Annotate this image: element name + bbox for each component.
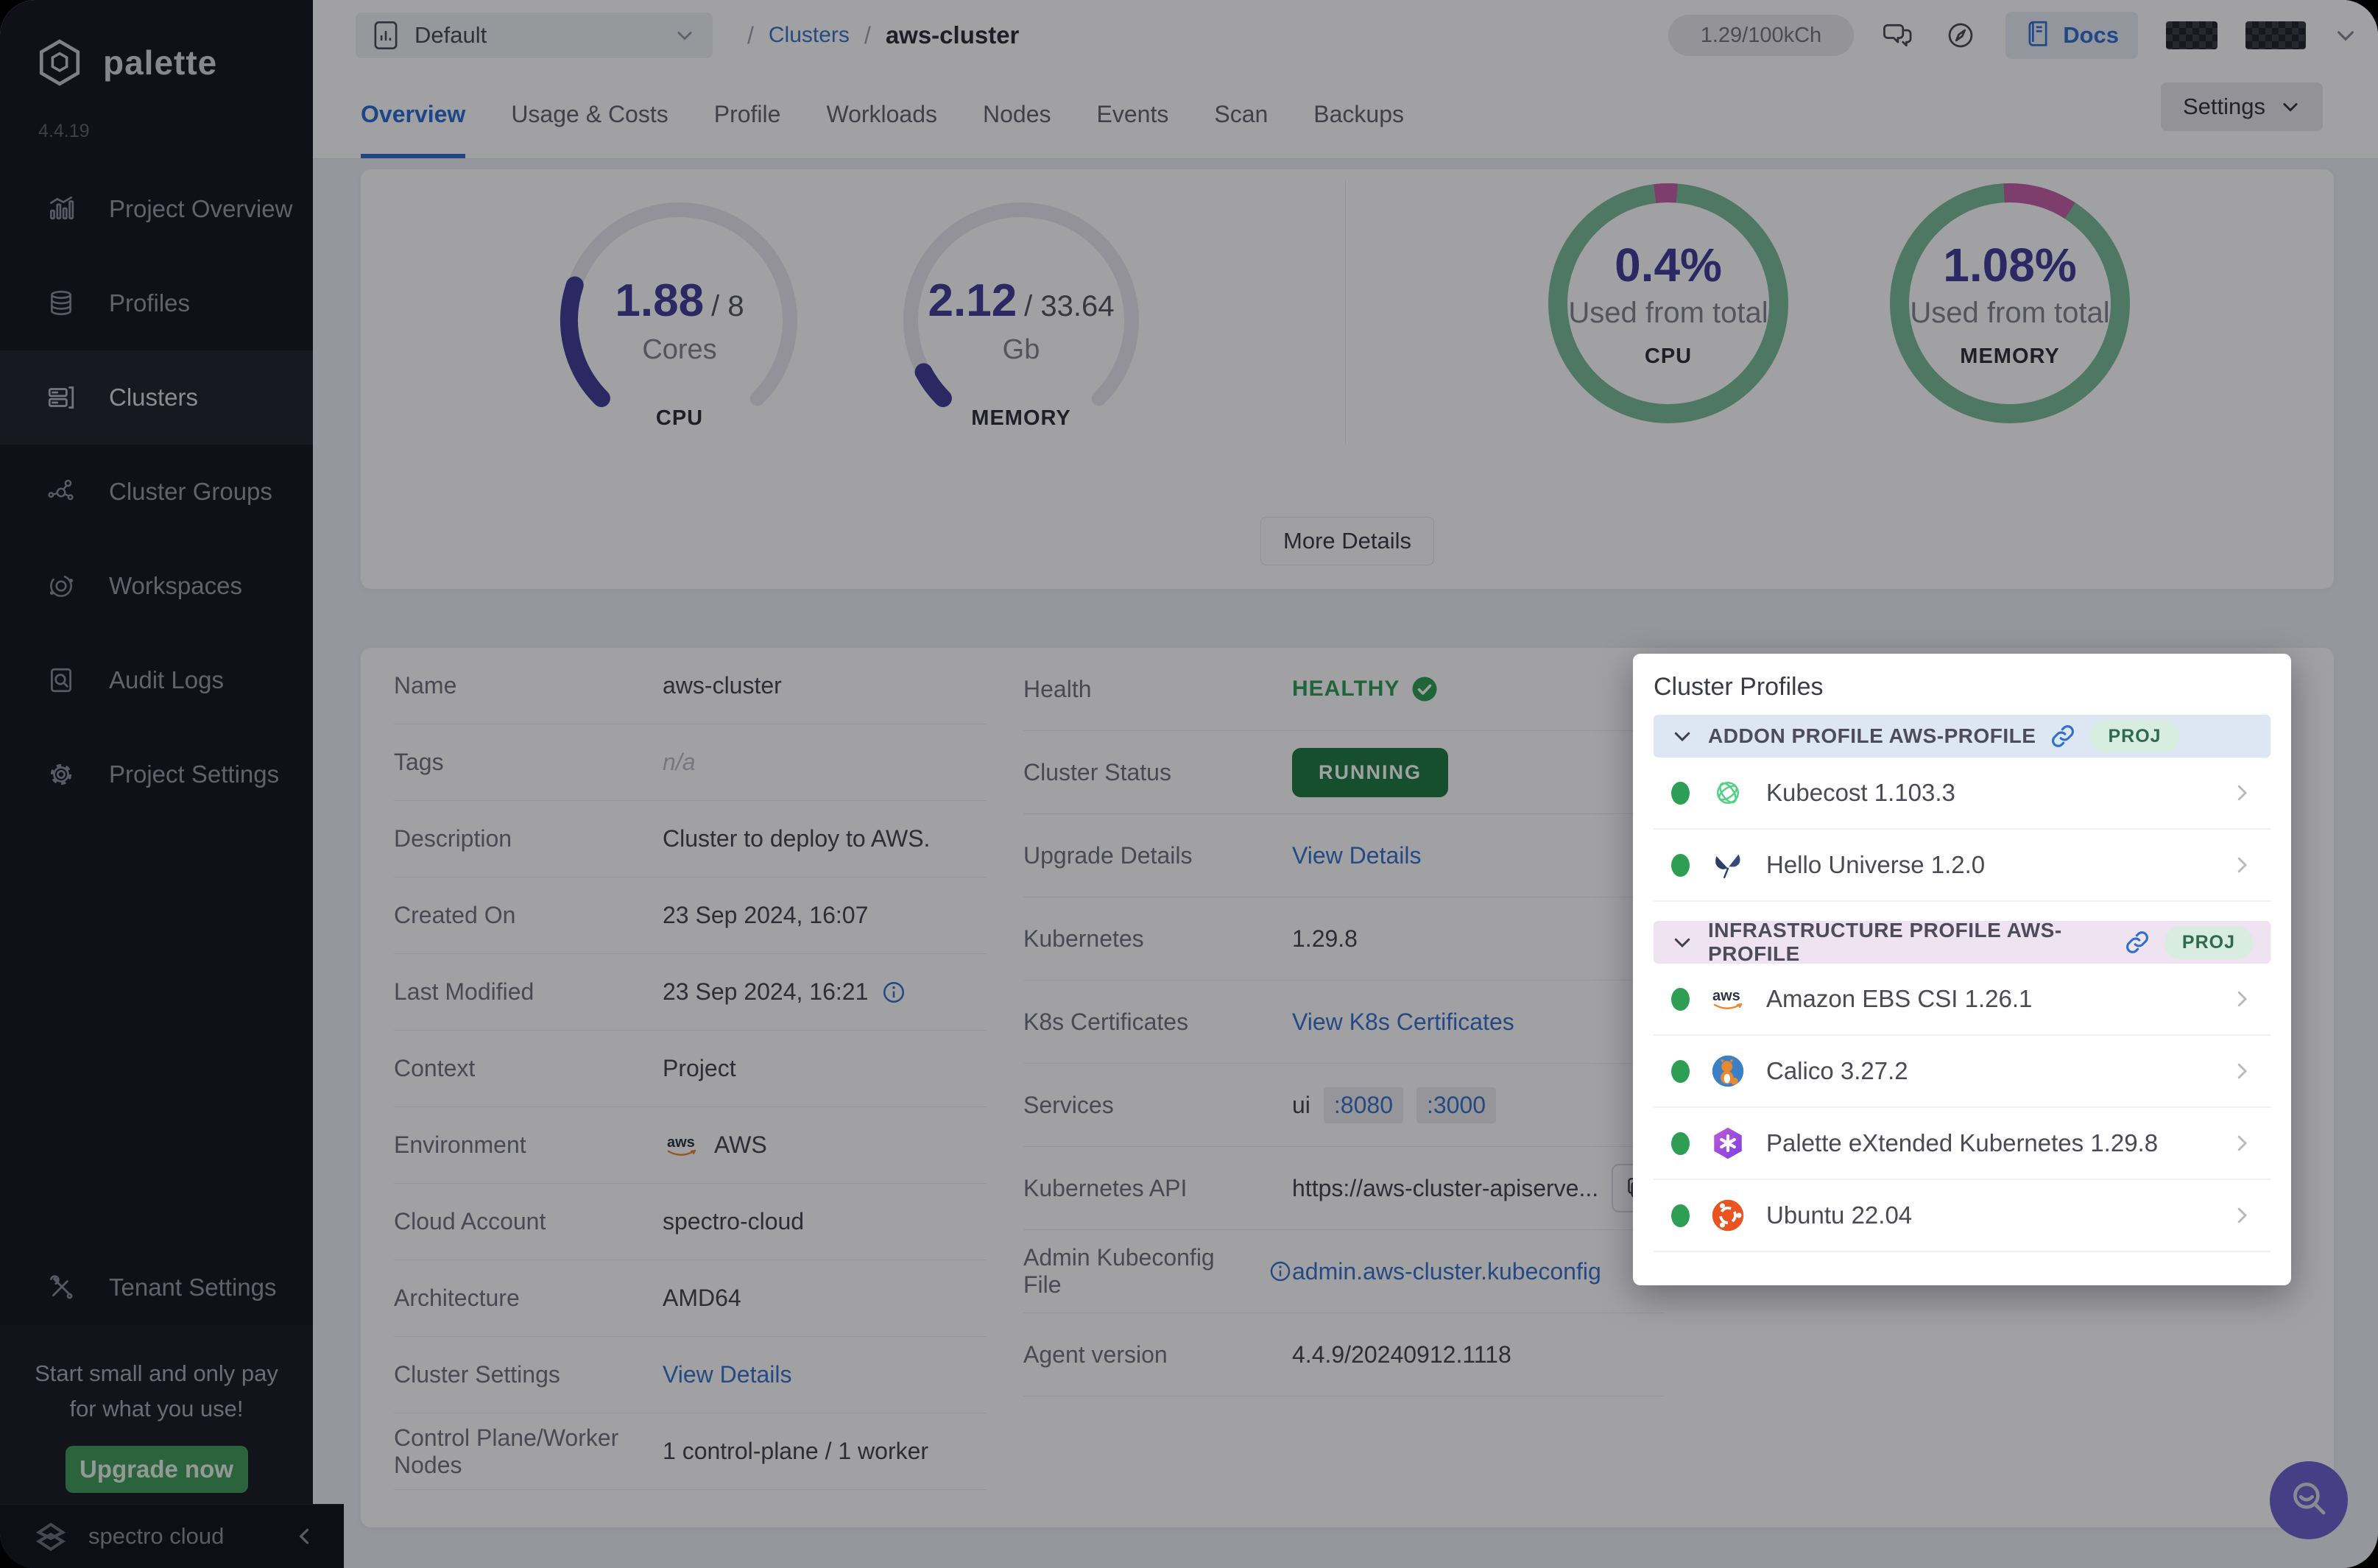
status-dot: [1671, 782, 1690, 805]
infrastructure-profile-header[interactable]: INFRASTRUCTURE PROFILE AWS-PROFILE PROJ: [1654, 921, 2271, 964]
chevron-right-icon: [2231, 988, 2253, 1010]
scope-badge: PROJ: [2090, 720, 2178, 753]
calico-logo: [1709, 1052, 1747, 1090]
status-dot: [1671, 988, 1690, 1011]
addon-profile-header[interactable]: ADDON PROFILE AWS-PROFILE PROJ: [1654, 715, 2271, 757]
profile-row-calico[interactable]: Calico 3.27.2: [1654, 1036, 2271, 1108]
ubuntu-logo: [1709, 1196, 1747, 1235]
chevron-right-icon: [2231, 1204, 2253, 1226]
chevron-down-icon: [1671, 931, 1693, 953]
profile-row-amazon-ebs-csi[interactable]: aws Amazon EBS CSI 1.26.1: [1654, 964, 2271, 1036]
chevron-right-icon: [2231, 1060, 2253, 1082]
chevron-right-icon: [2231, 854, 2253, 876]
profile-row-ubuntu[interactable]: Ubuntu 22.04: [1654, 1180, 2271, 1252]
chevron-right-icon: [2231, 782, 2253, 804]
chevron-down-icon: [1671, 725, 1693, 747]
panel-title: Cluster Profiles: [1654, 673, 2271, 702]
profile-row-palette-extended-kubernetes[interactable]: Palette eXtended Kubernetes 1.29.8: [1654, 1108, 2271, 1180]
chevron-right-icon: [2231, 1132, 2253, 1154]
scope-badge: PROJ: [2164, 926, 2253, 959]
link-icon[interactable]: [2125, 930, 2150, 955]
svg-text:aws: aws: [1712, 988, 1740, 1004]
link-icon[interactable]: [2050, 724, 2075, 749]
status-dot: [1671, 1060, 1690, 1083]
status-dot: [1671, 854, 1690, 877]
screen: palette 4.4.19 Project Overview: [0, 0, 2378, 1568]
status-dot: [1671, 1132, 1690, 1155]
cluster-profiles-panel: Cluster Profiles ADDON PROFILE AWS-PROFI…: [1633, 654, 2291, 1285]
profile-row-hello-universe[interactable]: Hello Universe 1.2.0: [1654, 830, 2271, 902]
aws-logo: aws: [1709, 980, 1747, 1018]
hello-universe-logo: [1709, 846, 1747, 884]
kubecost-logo: [1709, 774, 1747, 812]
pxk-logo: [1709, 1124, 1747, 1162]
app-window: palette 4.4.19 Project Overview: [0, 0, 2378, 1568]
profile-row-kubecost[interactable]: Kubecost 1.103.3: [1654, 757, 2271, 830]
status-dot: [1671, 1204, 1690, 1227]
